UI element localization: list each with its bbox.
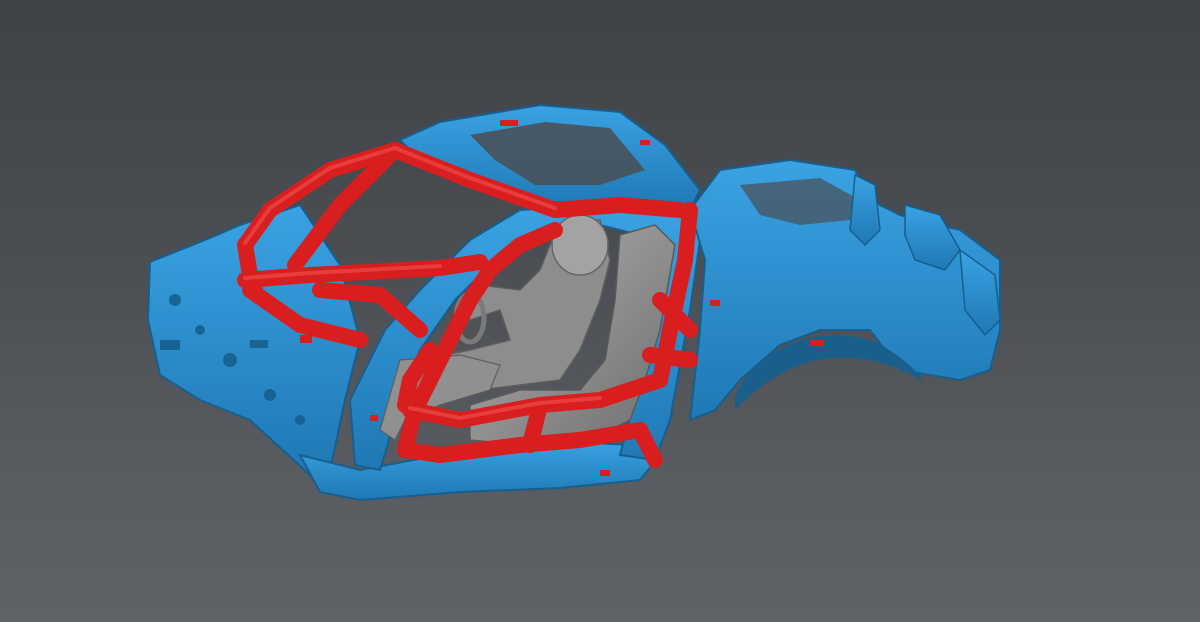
3d-viewport[interactable] <box>0 0 1200 622</box>
driver-helmet <box>551 214 609 276</box>
car-scan-render <box>146 103 1001 502</box>
